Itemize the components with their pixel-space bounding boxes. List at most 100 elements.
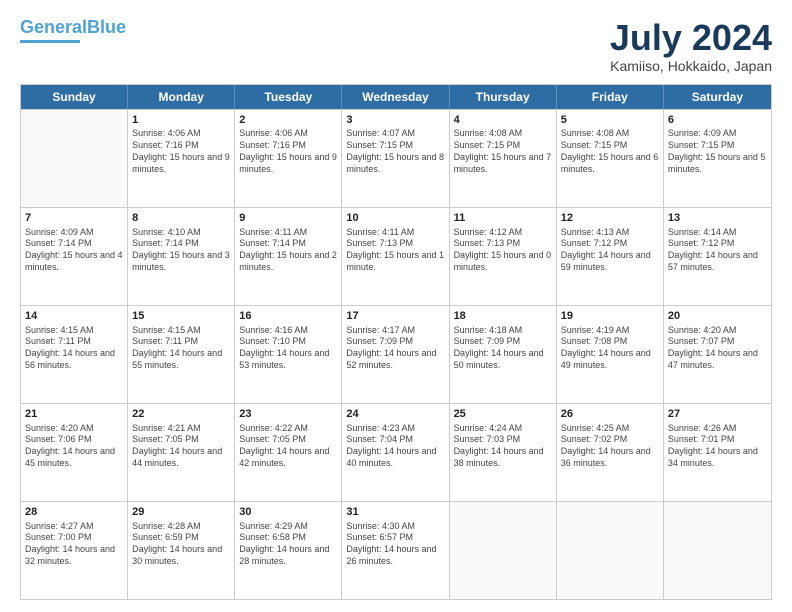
logo-underline [20,40,80,43]
day-number: 25 [454,407,552,422]
day-empty [664,502,771,599]
logo: GeneralBlue [20,18,126,43]
header-day-monday: Monday [128,85,235,109]
calendar-body: 1 Sunrise: 4:06 AMSunset: 7:16 PMDaylight… [21,109,771,599]
day-number: 10 [346,211,444,226]
day-number: 7 [25,211,123,226]
day-number: 4 [454,113,552,128]
day-detail: Sunrise: 4:15 AMSunset: 7:11 PMDaylight:… [25,325,123,372]
day-detail: Sunrise: 4:09 AMSunset: 7:15 PMDaylight:… [668,128,767,175]
day-11: 11Sunrise: 4:12 AMSunset: 7:13 PMDayligh… [450,208,557,305]
day-number: 16 [239,309,337,324]
day-detail: Sunrise: 4:06 AMSunset: 7:16 PMDaylight:… [239,128,337,175]
day-3: 3Sunrise: 4:07 AMSunset: 7:15 PMDaylight… [342,110,449,207]
day-number: 30 [239,505,337,520]
day-detail: Sunrise: 4:22 AMSunset: 7:05 PMDaylight:… [239,423,337,470]
day-detail: Sunrise: 4:30 AMSunset: 6:57 PMDaylight:… [346,521,444,568]
day-number: 8 [132,211,230,226]
day-number: 2 [239,113,337,128]
day-detail: Sunrise: 4:14 AMSunset: 7:12 PMDaylight:… [668,227,767,274]
day-2: 2Sunrise: 4:06 AMSunset: 7:16 PMDaylight… [235,110,342,207]
page: GeneralBlue July 2024 Kamiiso, Hokkaido,… [0,0,792,612]
day-detail: Sunrise: 4:16 AMSunset: 7:10 PMDaylight:… [239,325,337,372]
day-number: 29 [132,505,230,520]
calendar-header: SundayMondayTuesdayWednesdayThursdayFrid… [21,85,771,109]
day-number: 31 [346,505,444,520]
day-detail: Sunrise: 4:24 AMSunset: 7:03 PMDaylight:… [454,423,552,470]
week-1: 1 Sunrise: 4:06 AMSunset: 7:16 PMDaylight… [21,109,771,207]
day-27: 27Sunrise: 4:26 AMSunset: 7:01 PMDayligh… [664,404,771,501]
day-23: 23Sunrise: 4:22 AMSunset: 7:05 PMDayligh… [235,404,342,501]
header-day-wednesday: Wednesday [342,85,449,109]
day-number: 1 [132,113,230,128]
day-empty [557,502,664,599]
logo-text: GeneralBlue [20,18,126,38]
day-9: 9Sunrise: 4:11 AMSunset: 7:14 PMDaylight… [235,208,342,305]
day-detail: Sunrise: 4:26 AMSunset: 7:01 PMDaylight:… [668,423,767,470]
day-22: 22Sunrise: 4:21 AMSunset: 7:05 PMDayligh… [128,404,235,501]
day-31: 31Sunrise: 4:30 AMSunset: 6:57 PMDayligh… [342,502,449,599]
day-number: 6 [668,113,767,128]
calendar: SundayMondayTuesdayWednesdayThursdayFrid… [20,84,772,600]
day-detail: Sunrise: 4:17 AMSunset: 7:09 PMDaylight:… [346,325,444,372]
day-number: 19 [561,309,659,324]
day-8: 8Sunrise: 4:10 AMSunset: 7:14 PMDaylight… [128,208,235,305]
day-detail: Sunrise: 4:11 AMSunset: 7:14 PMDaylight:… [239,227,337,274]
day-detail: Sunrise: 4:13 AMSunset: 7:12 PMDaylight:… [561,227,659,274]
day-detail: Sunrise: 4:20 AMSunset: 7:07 PMDaylight:… [668,325,767,372]
day-5: 5Sunrise: 4:08 AMSunset: 7:15 PMDaylight… [557,110,664,207]
day-detail: Sunrise: 4:10 AMSunset: 7:14 PMDaylight:… [132,227,230,274]
header: GeneralBlue July 2024 Kamiiso, Hokkaido,… [20,18,772,74]
logo-blue: Blue [87,17,126,37]
day-number: 3 [346,113,444,128]
title-location: Kamiiso, Hokkaido, Japan [610,58,772,74]
day-detail: Sunrise: 4:29 AMSunset: 6:58 PMDaylight:… [239,521,337,568]
day-number: 24 [346,407,444,422]
day-number: 13 [668,211,767,226]
day-number: 20 [668,309,767,324]
day-number: 5 [561,113,659,128]
week-5: 28Sunrise: 4:27 AMSunset: 7:00 PMDayligh… [21,501,771,599]
week-3: 14Sunrise: 4:15 AMSunset: 7:11 PMDayligh… [21,305,771,403]
title-month: July 2024 [610,18,772,58]
header-day-thursday: Thursday [450,85,557,109]
day-4: 4Sunrise: 4:08 AMSunset: 7:15 PMDaylight… [450,110,557,207]
day-14: 14Sunrise: 4:15 AMSunset: 7:11 PMDayligh… [21,306,128,403]
day-detail: Sunrise: 4:23 AMSunset: 7:04 PMDaylight:… [346,423,444,470]
day-detail: Sunrise: 4:07 AMSunset: 7:15 PMDaylight:… [346,128,444,175]
day-24: 24Sunrise: 4:23 AMSunset: 7:04 PMDayligh… [342,404,449,501]
day-number: 22 [132,407,230,422]
day-12: 12Sunrise: 4:13 AMSunset: 7:12 PMDayligh… [557,208,664,305]
day-29: 29Sunrise: 4:28 AMSunset: 6:59 PMDayligh… [128,502,235,599]
day-number: 27 [668,407,767,422]
day-21: 21Sunrise: 4:20 AMSunset: 7:06 PMDayligh… [21,404,128,501]
week-2: 7Sunrise: 4:09 AMSunset: 7:14 PMDaylight… [21,207,771,305]
day-28: 28Sunrise: 4:27 AMSunset: 7:00 PMDayligh… [21,502,128,599]
day-detail: Sunrise: 4:12 AMSunset: 7:13 PMDaylight:… [454,227,552,274]
day-number: 9 [239,211,337,226]
day-30: 30Sunrise: 4:29 AMSunset: 6:58 PMDayligh… [235,502,342,599]
day-detail: Sunrise: 4:27 AMSunset: 7:00 PMDaylight:… [25,521,123,568]
header-day-tuesday: Tuesday [235,85,342,109]
day-number: 14 [25,309,123,324]
day-10: 10Sunrise: 4:11 AMSunset: 7:13 PMDayligh… [342,208,449,305]
day-empty [450,502,557,599]
day-18: 18Sunrise: 4:18 AMSunset: 7:09 PMDayligh… [450,306,557,403]
day-number: 11 [454,211,552,226]
day-15: 15Sunrise: 4:15 AMSunset: 7:11 PMDayligh… [128,306,235,403]
week-4: 21Sunrise: 4:20 AMSunset: 7:06 PMDayligh… [21,403,771,501]
title-block: July 2024 Kamiiso, Hokkaido, Japan [610,18,772,74]
day-26: 26Sunrise: 4:25 AMSunset: 7:02 PMDayligh… [557,404,664,501]
header-day-saturday: Saturday [664,85,771,109]
day-detail: Sunrise: 4:25 AMSunset: 7:02 PMDaylight:… [561,423,659,470]
day-detail: Sunrise: 4:11 AMSunset: 7:13 PMDaylight:… [346,227,444,274]
day-16: 16Sunrise: 4:16 AMSunset: 7:10 PMDayligh… [235,306,342,403]
day-25: 25Sunrise: 4:24 AMSunset: 7:03 PMDayligh… [450,404,557,501]
header-day-friday: Friday [557,85,664,109]
header-day-sunday: Sunday [21,85,128,109]
day-detail: Sunrise: 4:08 AMSunset: 7:15 PMDaylight:… [561,128,659,175]
day-detail: Sunrise: 4:20 AMSunset: 7:06 PMDaylight:… [25,423,123,470]
day-empty [21,110,128,207]
day-detail: Sunrise: 4:15 AMSunset: 7:11 PMDaylight:… [132,325,230,372]
day-number: 23 [239,407,337,422]
